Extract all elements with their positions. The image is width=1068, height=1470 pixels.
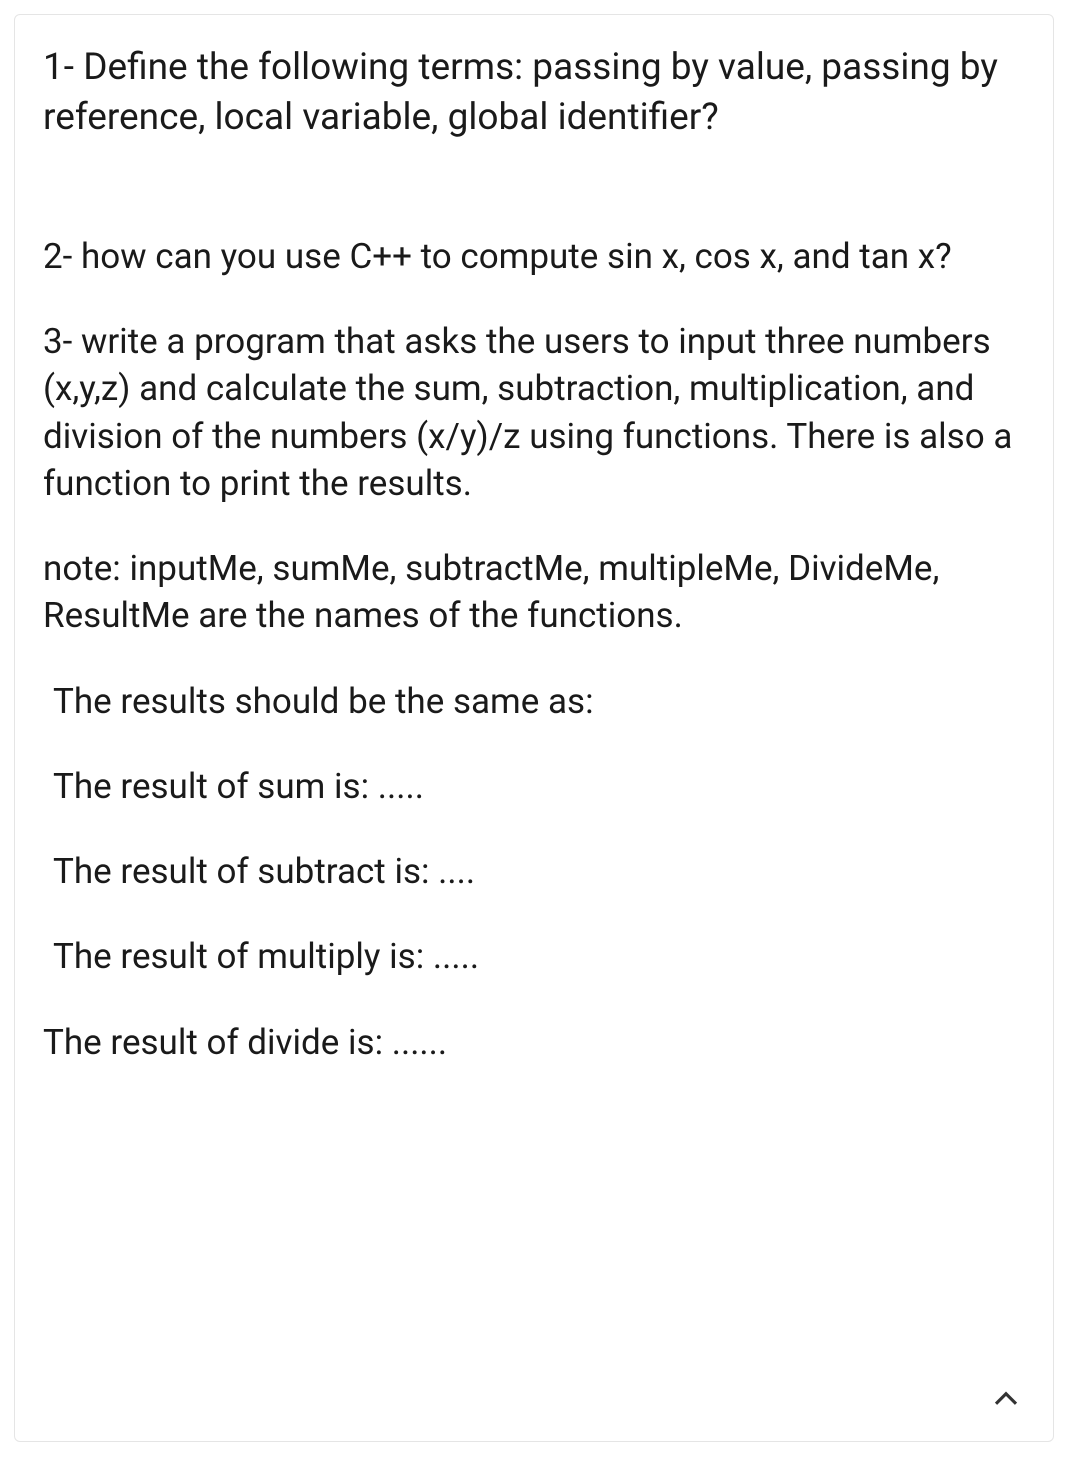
question-card: 1- Define the following terms: passing b… — [14, 14, 1054, 1442]
question-2: 2- how can you use C++ to compute sin x,… — [43, 233, 1025, 280]
result-multiply: The result of multiply is: ..... — [43, 933, 1025, 980]
results-intro: The results should be the same as: — [43, 678, 1025, 725]
result-sum: The result of sum is: ..... — [43, 763, 1025, 810]
result-subtract: The result of subtract is: .... — [43, 848, 1025, 895]
question-3: 3- write a program that asks the users t… — [43, 318, 1025, 507]
scroll-to-top-button[interactable] — [989, 1385, 1023, 1419]
result-divide: The result of divide is: ...... — [43, 1019, 1025, 1066]
question-1: 1- Define the following terms: passing b… — [43, 43, 1025, 143]
chevron-up-icon — [991, 1385, 1021, 1419]
question-note: note: inputMe, sumMe, subtractMe, multip… — [43, 545, 1025, 640]
